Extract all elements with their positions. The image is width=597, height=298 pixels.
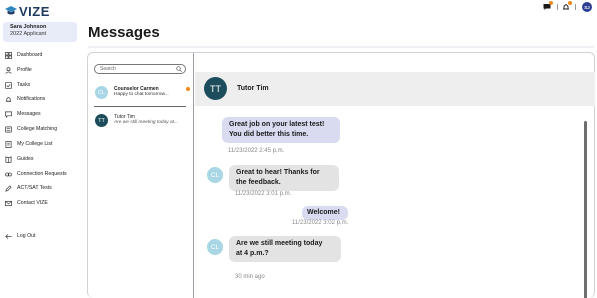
mail-icon — [5, 200, 12, 207]
message-line: You did better this time. — [229, 131, 309, 138]
nav-label: My College List — [17, 141, 53, 147]
messages-panel: Search CL Counselor Carmen Happy to chat… — [87, 52, 595, 298]
nav-item-dashboard[interactable]: Dashboard — [5, 50, 42, 60]
topbar-icons: SJ — [537, 0, 597, 14]
person-icon — [5, 66, 12, 74]
unread-dot — [186, 87, 190, 91]
nav-label: Dashboard — [17, 52, 43, 58]
chat-header: TT Tutor Tim — [195, 72, 595, 106]
list-icon — [5, 140, 12, 148]
sidebar: VIZE Sara Johnson 2022 Applicant Dashboa… — [0, 0, 80, 298]
contact-avatar: TT — [204, 77, 227, 100]
logout-button[interactable]: Log Out — [5, 231, 35, 241]
message-icon — [5, 111, 12, 118]
message-timestamp: 11/23/2022 2:45 p.m. — [228, 148, 285, 154]
message-timestamp: 30 min ago — [235, 274, 265, 280]
chat-area: TT Tutor Tim Great job on your latest te… — [195, 53, 595, 298]
list-divider — [94, 106, 186, 107]
nav-item-my-college-list[interactable]: My College List — [5, 139, 52, 149]
message-bubble: Great to hear! Thanks for the feedback. — [229, 165, 339, 191]
page-title: Messages — [88, 24, 160, 41]
user-subtitle: 2022 Applicant — [10, 31, 47, 37]
nav-label: ACT/SAT Tests — [17, 185, 52, 191]
nav-label: Connection Requests — [17, 171, 67, 177]
sender-avatar: CL — [207, 167, 223, 183]
tasks-icon — [5, 81, 12, 89]
logo-text: VIZE — [19, 3, 50, 19]
contact-name: Tutor Tim — [237, 85, 269, 92]
nav-item-college-matching[interactable]: College Matching — [5, 124, 57, 134]
nav-item-tasks[interactable]: Tasks — [5, 80, 30, 90]
vize-logo[interactable]: VIZE — [4, 3, 50, 19]
nav-label: Notifications — [17, 96, 46, 102]
nav-item-act-sat-tests[interactable]: ACT/SAT Tests — [5, 183, 52, 193]
match-icon — [5, 126, 12, 133]
title-divider — [88, 46, 594, 48]
connection-icon — [5, 171, 12, 178]
nav-item-messages[interactable]: Messages — [5, 109, 41, 119]
nav-item-profile[interactable]: Profile — [5, 65, 32, 75]
nav-label: Contact VIZE — [17, 200, 48, 206]
conversation-item[interactable]: TT Tutor Tim Are we still meeting today … — [95, 112, 190, 130]
message-bubble: Welcome! — [302, 206, 348, 220]
bell-icon — [5, 96, 12, 103]
sender-avatar: CL — [207, 239, 223, 255]
arrow-left-icon — [5, 233, 12, 240]
divider — [557, 4, 558, 10]
user-avatar[interactable]: SJ — [582, 2, 592, 12]
nav-label: Tasks — [17, 82, 31, 88]
message-line: at 4 p.m.? — [236, 250, 269, 257]
user-card[interactable]: Sara Johnson 2022 Applicant — [3, 22, 77, 42]
message-timestamp: 11/23/2022 3:01 p.m. — [235, 191, 292, 197]
message-bubble: Are we still meeting today at 4 p.m.? — [229, 236, 341, 262]
grid-icon — [5, 51, 12, 59]
conversation-preview: Happy to chat tomorrow... — [114, 92, 169, 97]
message-timestamp: 11/23/2022 3:02 p.m. — [292, 220, 349, 226]
graduation-cap-icon — [5, 6, 17, 15]
logout-label: Log Out — [17, 233, 36, 239]
avatar: TT — [95, 114, 108, 127]
message-bubble: Great job on your latest test! You did b… — [222, 117, 340, 143]
avatar: CL — [95, 86, 108, 99]
chat-badge — [549, 1, 553, 5]
nav-item-contact-vize[interactable]: Contact VIZE — [5, 198, 48, 208]
book-icon — [5, 155, 12, 163]
message-line: Great to hear! Thanks for — [236, 169, 320, 176]
nav-label: Messages — [17, 111, 41, 117]
nav-label: Profile — [17, 67, 32, 73]
message-line: the feedback. — [236, 179, 281, 186]
message-line: Welcome! — [307, 209, 340, 216]
conversation-preview: Are we still meeting today at... — [114, 120, 178, 125]
search-placeholder: Search — [100, 66, 116, 72]
message-line: Great job on your latest test! — [229, 121, 325, 128]
search-icon[interactable] — [176, 66, 182, 72]
user-name: Sara Johnson — [10, 24, 47, 30]
message-line: Are we still meeting today — [236, 240, 323, 247]
notification-badge — [568, 1, 572, 5]
nav-item-notifications[interactable]: Notifications — [5, 94, 45, 104]
nav-item-guides[interactable]: Guides — [5, 154, 33, 164]
divider — [575, 4, 576, 10]
conversation-item[interactable]: CL Counselor Carmen Happy to chat tomorr… — [95, 84, 190, 102]
conversation-list: Search CL Counselor Carmen Happy to chat… — [88, 53, 194, 298]
nav-label: College Matching — [17, 126, 58, 132]
pencil-icon — [5, 184, 12, 192]
nav-label: Guides — [17, 156, 34, 162]
search-input[interactable]: Search — [94, 64, 186, 74]
nav-item-connection-requests[interactable]: Connection Requests — [5, 169, 67, 179]
scrollbar[interactable] — [584, 121, 587, 298]
